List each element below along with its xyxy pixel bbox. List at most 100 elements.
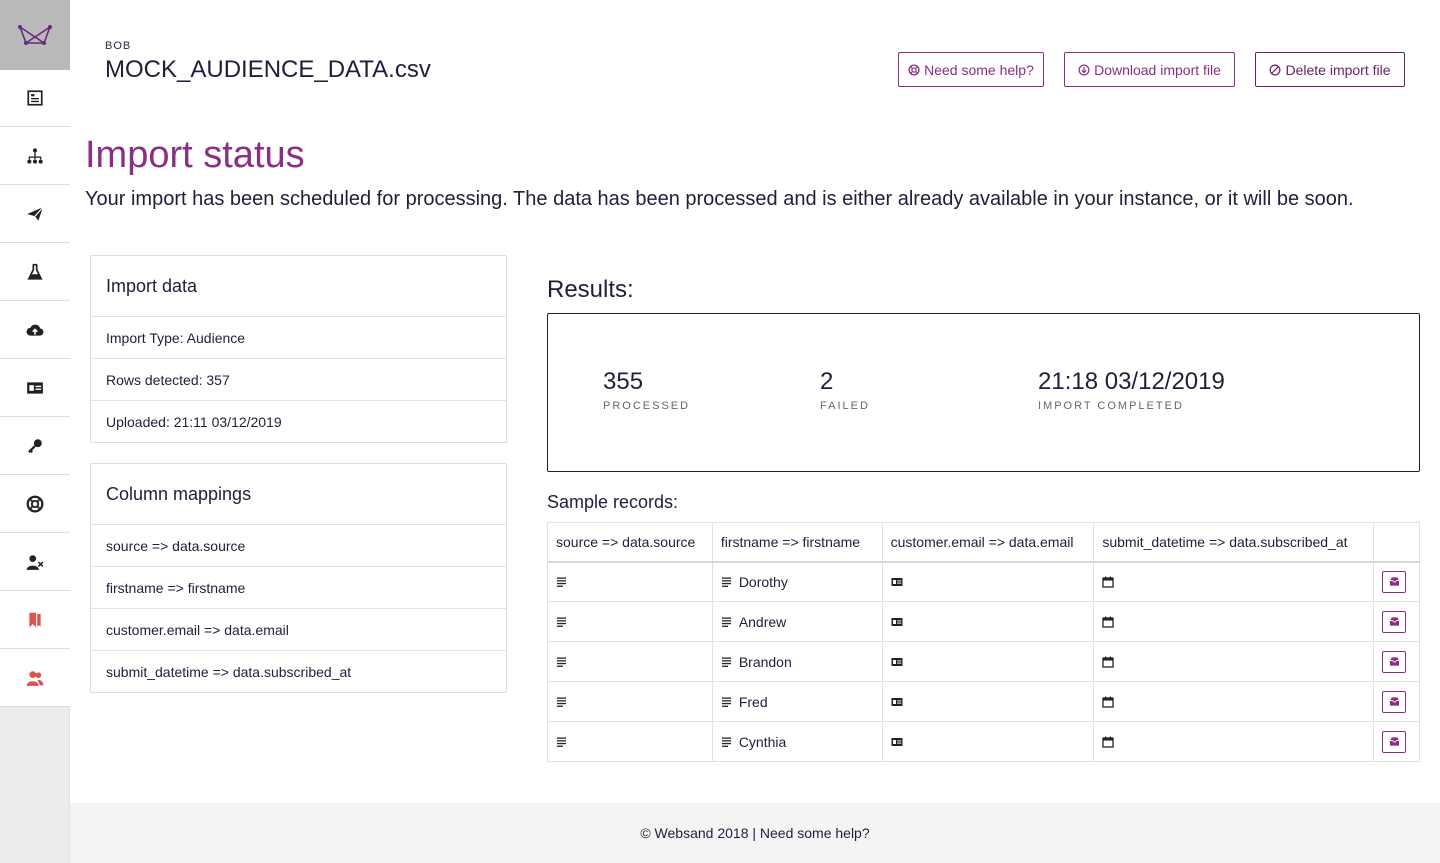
account-label: BOB [105,40,132,52]
file-title: MOCK_AUDIENCE_DATA.csv [105,56,431,83]
text-lines-icon [721,617,731,627]
uploaded-at: Uploaded: 21:11 03/12/2019 [106,413,282,430]
column-mappings-title: Column mappings [91,464,506,525]
subscribed-at-cell [1093,681,1374,722]
calendar-icon [1102,696,1115,708]
view-record-button[interactable] [1382,650,1406,673]
processed-label: PROCESSED [603,400,691,412]
subscribed-at-cell [1093,561,1374,602]
sidebar-item-lab[interactable] [0,243,70,301]
column-header: source => data.source [547,522,713,562]
view-record-button[interactable] [1382,570,1406,593]
text-lines-icon [557,697,566,707]
action-cell [1373,721,1420,762]
text-lines-icon [557,617,566,627]
mapping-row: firstname => firstname [91,567,506,609]
sidebar-item-contacts[interactable] [0,359,70,417]
processed-count: 355 [603,368,644,395]
failed-count: 2 [820,368,834,395]
text-lines-icon [721,577,731,587]
help-button[interactable]: Need some help? [898,52,1044,87]
action-cell [1373,641,1420,682]
sidebar-item-keys[interactable] [0,417,70,475]
life-ring-icon [908,63,920,76]
email-cell [881,681,1095,722]
results-box: 355 PROCESSED 2 FAILED 21:18 03/12/2019 … [547,313,1420,472]
firstname-value: Dorothy [738,573,788,590]
sidebar-item-support[interactable] [0,475,70,533]
calendar-icon [1102,736,1115,748]
page-title: Import status [85,134,305,176]
inbox-icon [1389,577,1399,586]
id-card-icon [891,577,903,586]
import-type: Import Type: Audience [91,317,506,359]
email-cell [881,561,1095,602]
firstname-value: Fred [738,693,768,710]
id-card-icon [27,381,43,394]
sidebar-item-bookmarks[interactable] [0,591,70,649]
dashboard-icon [27,90,43,106]
email-cell [881,601,1095,642]
cloud-upload-icon [26,324,44,336]
rows-detected: Rows detected: 357 [91,359,506,401]
column-header [1373,522,1420,562]
subscribed-at-cell [1093,601,1374,642]
ban-icon [1269,64,1281,75]
sample-records-table: source => data.source firstname => first… [547,522,1420,762]
sidebar-item-dashboard[interactable] [0,70,70,127]
import-data-panel: Import data Import Type: Audience Rows d… [90,255,507,443]
download-import-file-button[interactable]: Download import file [1064,52,1235,87]
intro-text: Your import has been scheduled for proce… [85,188,1354,210]
download-button-label: Download import file [1094,61,1221,78]
inbox-icon [1389,697,1399,706]
bookmark-icon [29,612,41,627]
source-cell [547,681,713,722]
delete-button-label: Delete import file [1285,61,1391,78]
calendar-icon [1102,616,1115,628]
id-card-icon [891,617,903,626]
mapping-row: submit_datetime => data.subscribed_at [106,663,352,680]
delete-import-file-button[interactable]: Delete import file [1255,52,1405,87]
sidebar-item-campaigns[interactable] [0,185,70,243]
text-lines-icon [721,737,731,747]
view-record-button[interactable] [1382,690,1406,713]
column-header: firstname => firstname [711,522,883,562]
table-row: Cynthia [547,721,1420,762]
websand-logo[interactable] [0,0,70,70]
firstname-cell: Andrew [711,601,883,642]
calendar-icon [1102,656,1115,668]
inbox-icon [1389,737,1399,746]
paper-plane-icon [27,206,44,221]
source-cell [547,641,713,682]
calendar-icon [1102,576,1115,588]
subscribed-at-cell [1093,641,1374,682]
sidebar-item-upload[interactable] [0,301,70,359]
download-icon [1078,64,1090,75]
key-icon [28,438,42,453]
sidebar-item-users[interactable] [0,649,70,707]
text-lines-icon [721,697,731,707]
completed-time: 21:18 03/12/2019 [1038,368,1225,395]
id-card-icon [891,697,903,706]
firstname-value: Brandon [738,653,792,670]
view-record-button[interactable] [1382,730,1406,753]
inbox-icon [1389,617,1399,626]
text-lines-icon [557,657,566,667]
results-label: Results: [547,276,634,303]
view-record-button[interactable] [1382,610,1406,633]
action-cell [1373,681,1420,722]
action-cell [1373,601,1420,642]
email-cell [881,721,1095,762]
source-cell [547,601,713,642]
sidebar-item-suppression[interactable] [0,533,70,591]
footer: © Websand 2018 | Need some help? [70,803,1440,863]
column-header: submit_datetime => data.subscribed_at [1093,522,1374,562]
sidebar-item-hierarchy[interactable] [0,127,70,185]
source-cell [547,561,713,602]
column-header: customer.email => data.email [881,522,1095,562]
user-remove-icon [26,554,44,570]
inbox-icon [1389,657,1399,666]
sidebar [0,0,70,863]
failed-label: FAILED [820,400,870,412]
firstname-cell: Dorothy [711,561,883,602]
